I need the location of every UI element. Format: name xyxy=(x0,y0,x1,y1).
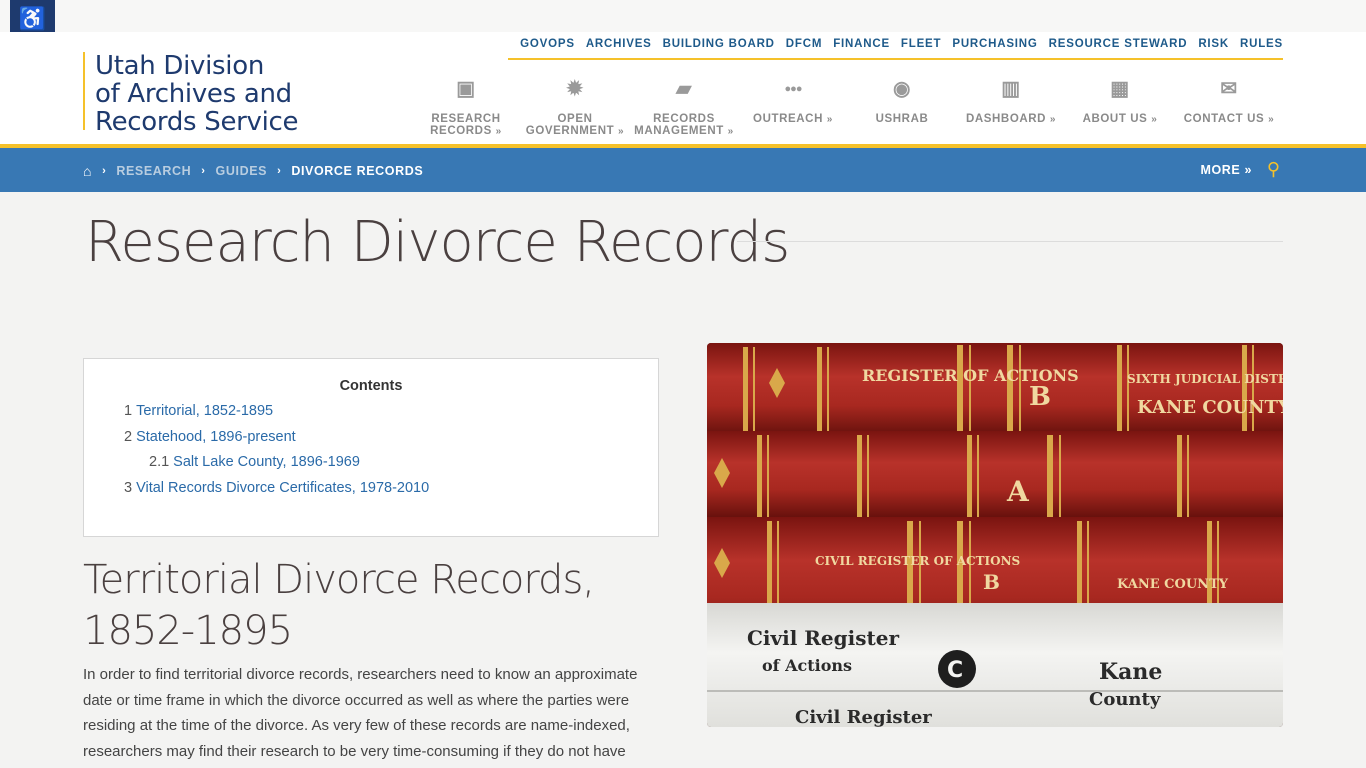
toc-link[interactable]: Vital Records Divorce Certificates, 1978… xyxy=(136,480,429,496)
toc-number: 2 xyxy=(124,428,133,445)
toc-link[interactable]: Territorial, 1852-1895 xyxy=(136,403,273,419)
book3-title: CIVIL REGISTER OF ACTIONS xyxy=(815,554,1020,568)
nav-label-line2: MANAGEMENT xyxy=(634,125,724,137)
chevron-right-icon: › xyxy=(277,165,282,177)
breadcrumb-guides[interactable]: GUIDES xyxy=(216,164,268,178)
nav-open-government[interactable]: ✹ OPEN GOVERNMENT » xyxy=(520,78,630,138)
toc-number: 2.1 xyxy=(149,454,170,471)
nav-outreach[interactable]: ●●● OUTREACH » xyxy=(738,78,848,126)
chevron-down-icon: » xyxy=(727,126,734,137)
book2-letter: A xyxy=(1006,475,1030,508)
title-divider xyxy=(737,241,1283,242)
users-icon: ●●● xyxy=(784,83,803,95)
breadcrumb: ⌂ › RESEARCH › GUIDES › DIVORCE RECORDS xyxy=(83,163,423,179)
main-nav: ▣ RESEARCH RECORDS » ✹ OPEN GOVERNMENT »… xyxy=(420,78,1290,144)
chevron-right-icon: › xyxy=(102,165,107,177)
nav-label-line1: OPEN xyxy=(557,113,593,125)
toc-title: Contents xyxy=(339,378,403,394)
book3-letter: B xyxy=(983,570,1000,594)
nav-label-line1: RESEARCH xyxy=(431,113,501,125)
table-of-contents: Contents 1 Territorial, 1852-1895 2 Stateh… xyxy=(83,358,659,537)
section-paragraph: In order to find territorial divorce rec… xyxy=(83,666,638,760)
nav-records-management[interactable]: ▰ RECORDS MANAGEMENT » xyxy=(629,78,739,138)
util-link-archives[interactable]: ARCHIVES xyxy=(586,38,652,50)
chevron-down-icon: » xyxy=(1049,114,1057,125)
toc-item[interactable]: 1 Territorial, 1852-1895 xyxy=(124,403,429,429)
toc-list: 1 Territorial, 1852-1895 2 Statehood, 1896… xyxy=(124,403,429,505)
ledger-books-photo: REGISTER OF ACTIONS B SIXTH JUDICIAL DIS… xyxy=(707,343,1283,727)
toc-number: 3 xyxy=(124,479,133,496)
nav-dashboard[interactable]: ▥ DASHBOARD » xyxy=(956,78,1066,126)
util-link-risk[interactable]: RISK xyxy=(1198,38,1229,50)
site-logo[interactable]: Utah Division of Archives and Records Se… xyxy=(83,51,299,136)
toc-link[interactable]: Salt Lake County, 1896-1969 xyxy=(173,454,360,470)
nav-label-line2: RECORDS xyxy=(430,125,492,137)
book4-county-1: Kane xyxy=(1099,659,1162,685)
logo-line-1: Utah Division xyxy=(95,51,265,81)
chevron-down-icon: » xyxy=(1151,114,1158,125)
nav-label-line1: OUTREACH xyxy=(753,113,823,125)
building-icon: ▦ xyxy=(1110,78,1130,100)
section-heading: Territorial Divorce Records, 1852-1895 xyxy=(83,557,595,654)
util-link-govops[interactable]: GOVOPS xyxy=(520,38,575,50)
util-link-dfcm[interactable]: DFCM xyxy=(786,38,822,50)
book3-county: KANE COUNTY xyxy=(1117,577,1229,592)
nav-label-line1: USHRAB xyxy=(875,113,929,125)
util-link-finance[interactable]: FINANCE xyxy=(833,38,890,50)
util-link-building-board[interactable]: BUILDING BOARD xyxy=(663,38,775,50)
utility-nav: GOVOPS ARCHIVES BUILDING BOARD DFCM FINA… xyxy=(508,38,1283,60)
nav-label-line1: ABOUT US xyxy=(1082,113,1148,125)
chevron-down-icon: » xyxy=(826,114,833,125)
more-menu-button[interactable]: MORE » xyxy=(1200,163,1252,177)
search-icon[interactable]: ⚲ xyxy=(1267,159,1280,180)
page-title: Research Divorce Records xyxy=(85,210,790,275)
nav-label-line1: DASHBOARD xyxy=(965,113,1047,125)
toc-item[interactable]: 2.1 Salt Lake County, 1896-1969 xyxy=(124,454,429,480)
breadcrumb-bar: ⌂ › RESEARCH › GUIDES › DIVORCE RECORDS … xyxy=(0,148,1366,192)
user-circle-icon: ◉ xyxy=(892,78,912,100)
folder-open-icon: ▰ xyxy=(676,78,692,100)
book1-county: KANE COUNTY xyxy=(1137,397,1283,418)
nav-ushrab[interactable]: ◉ USHRAB xyxy=(847,78,957,125)
toc-item[interactable]: 2 Statehood, 1896-present xyxy=(124,429,429,455)
logo-line-2: of Archives and xyxy=(95,79,292,109)
util-link-fleet[interactable]: FLEET xyxy=(901,38,941,50)
util-link-rules[interactable]: RULES xyxy=(1240,38,1283,50)
book1-court: SIXTH JUDICIAL DISTRICT COURT xyxy=(1127,372,1283,386)
top-strip xyxy=(0,0,1366,32)
ledger-books-illustration: REGISTER OF ACTIONS B SIXTH JUDICIAL DIS… xyxy=(707,343,1283,727)
nav-contact-us[interactable]: ✉ CONTACT US » xyxy=(1174,78,1284,126)
util-link-purchasing[interactable]: PURCHASING xyxy=(952,38,1037,50)
book5-title: Civil Register xyxy=(795,707,932,727)
toc-item[interactable]: 3 Vital Records Divorce Certificates, 197… xyxy=(124,480,429,506)
book1-letter: B xyxy=(1029,382,1051,412)
book4-letter: C xyxy=(947,658,963,683)
breadcrumb-current: DIVORCE RECORDS xyxy=(291,164,424,178)
nav-label-line1: CONTACT US xyxy=(1183,113,1265,125)
toc-number: 1 xyxy=(124,403,133,419)
chevron-right-icon: › xyxy=(201,165,206,177)
chevron-down-icon: » xyxy=(495,126,502,137)
toc-link[interactable]: Statehood, 1896-present xyxy=(136,429,296,445)
wheelchair-icon: ♿ xyxy=(18,6,47,31)
logo-line-3: Records Service xyxy=(95,107,299,137)
envelope-icon: ✉ xyxy=(1220,78,1238,100)
site-header: Utah Division of Archives and Records Se… xyxy=(0,32,1366,146)
util-link-resource-steward[interactable]: RESOURCE STEWARD xyxy=(1049,38,1188,50)
nav-label-line2: GOVERNMENT xyxy=(525,125,615,137)
chevron-down-icon: » xyxy=(618,126,625,137)
nav-about-us[interactable]: ▦ ABOUT US » xyxy=(1065,78,1175,126)
chevron-down-icon: » xyxy=(1268,114,1275,125)
breadcrumb-research[interactable]: RESEARCH xyxy=(116,164,191,178)
nav-label-line1: RECORDS xyxy=(653,113,715,125)
book4-title: Civil Register xyxy=(747,626,899,650)
sun-icon: ✹ xyxy=(566,78,584,100)
book4-county-2: County xyxy=(1089,689,1161,710)
book4-subtitle: of Actions xyxy=(762,656,852,675)
archive-box-icon: ▣ xyxy=(456,78,476,100)
nav-research-records[interactable]: ▣ RESEARCH RECORDS » xyxy=(411,78,521,138)
home-icon[interactable]: ⌂ xyxy=(83,163,92,179)
bar-chart-icon: ▥ xyxy=(1001,78,1021,100)
